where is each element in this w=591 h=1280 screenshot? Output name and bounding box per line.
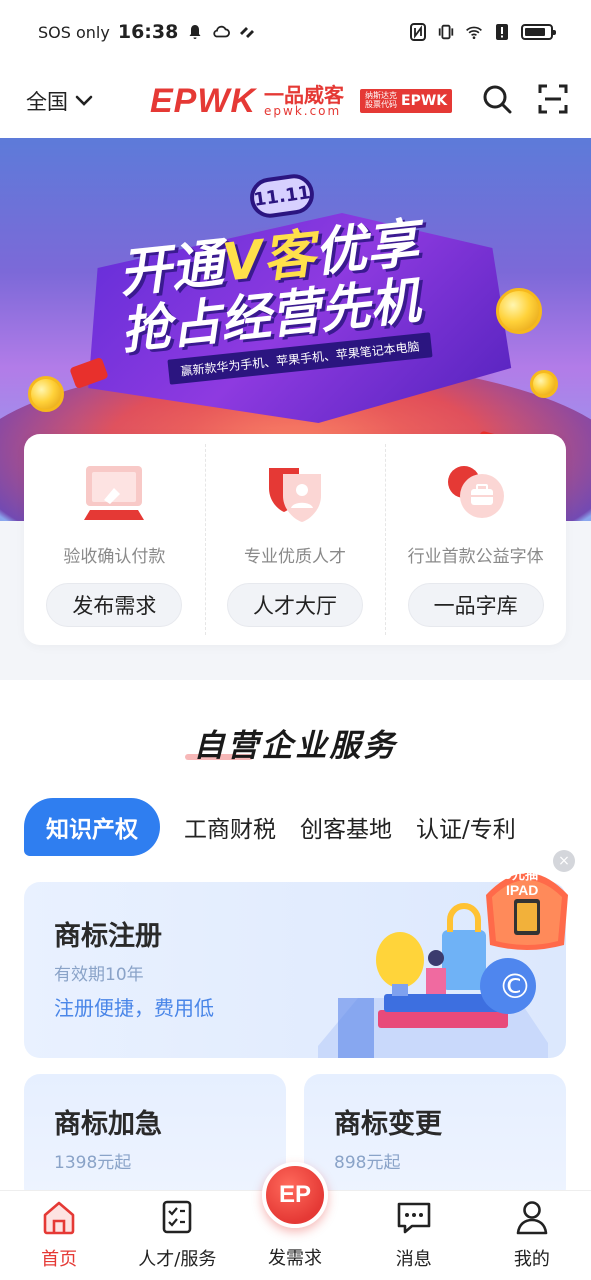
nfc-icon bbox=[409, 23, 427, 41]
svg-text:©: © bbox=[498, 967, 532, 1007]
nasdaq-code: EPWK bbox=[401, 93, 448, 109]
section-title: 自营企业服务 bbox=[0, 720, 591, 765]
laptop-pen-icon bbox=[82, 462, 146, 524]
checklist-icon bbox=[159, 1199, 195, 1239]
briefcase-icon bbox=[444, 462, 508, 524]
carrier-text: SOS only bbox=[38, 22, 110, 42]
tab-ip[interactable]: 知识产权 bbox=[24, 798, 160, 856]
tab-maker-base[interactable]: 创客基地 bbox=[300, 810, 392, 844]
vpn-icon bbox=[238, 23, 256, 41]
card-title: 商标加急 bbox=[54, 1109, 162, 1140]
enterprise-services-section: 自营企业服务 知识产权 工商财税 创客基地 认证/专利 商标注册 有效期10年 … bbox=[0, 680, 591, 1204]
feature-desc: 验收确认付款 bbox=[63, 547, 166, 567]
epwk-logo: EPWK 一品威客 epwk.com 纳斯达克 股票代码 EPWK bbox=[150, 81, 453, 121]
coin-icon bbox=[496, 288, 542, 334]
feature-card: 验收确认付款 发布需求 专业优质人才 人才大厅 行业首款公益字体 一品字库 bbox=[24, 434, 566, 645]
coin-icon bbox=[530, 370, 558, 398]
feature-talent: 专业优质人才 人才大厅 bbox=[204, 434, 386, 645]
service-tabs: 知识产权 工商财税 创客基地 认证/专利 bbox=[24, 798, 591, 856]
logo-cn: 一品威客 bbox=[264, 83, 344, 107]
nav-label: 人才/服务 bbox=[138, 1249, 217, 1270]
search-icon[interactable] bbox=[481, 83, 513, 119]
trademark-change-card[interactable]: 商标变更 898元起 bbox=[304, 1074, 566, 1204]
cloud-icon bbox=[212, 23, 231, 41]
battery-icon bbox=[521, 24, 556, 40]
nasdaq-badge: 纳斯达克 股票代码 EPWK bbox=[360, 89, 453, 113]
promo-line2: IPAD bbox=[506, 882, 538, 898]
card-tagline: 注册便捷，费用低 bbox=[54, 996, 214, 1020]
feature-font: 行业首款公益字体 一品字库 bbox=[385, 434, 566, 645]
card-validity: 有效期10年 bbox=[54, 965, 144, 985]
ipad-lottery-promo[interactable]: 0元抽 IPAD bbox=[478, 855, 576, 953]
feature-publish: 验收确认付款 发布需求 bbox=[24, 434, 205, 645]
clock: 16:38 bbox=[117, 21, 179, 43]
status-bar: SOS only 16:38 bbox=[0, 0, 591, 64]
nav-label: 消息 bbox=[395, 1249, 432, 1270]
section-title-text: 自营企业服务 bbox=[193, 728, 398, 764]
publish-demand-button[interactable]: 发布需求 bbox=[46, 583, 183, 627]
card-price: 898元起 bbox=[334, 1153, 401, 1173]
nav-home[interactable]: 首页 bbox=[0, 1191, 118, 1280]
coin-icon bbox=[28, 376, 64, 412]
home-icon bbox=[41, 1199, 77, 1239]
logo-en: EPWK bbox=[150, 81, 256, 120]
user-icon bbox=[514, 1199, 550, 1239]
nav-profile[interactable]: 我的 bbox=[473, 1191, 591, 1280]
logo-url: epwk.com bbox=[264, 104, 342, 118]
font-library-button[interactable]: 一品字库 bbox=[407, 583, 544, 627]
vibrate-icon bbox=[437, 23, 455, 41]
feature-desc: 行业首款公益字体 bbox=[407, 547, 544, 567]
nav-talent-services[interactable]: 人才/服务 bbox=[118, 1191, 236, 1280]
card-title: 商标变更 bbox=[334, 1109, 442, 1140]
region-selector[interactable]: 全国 bbox=[26, 86, 94, 116]
bell-icon bbox=[186, 23, 204, 41]
app-header: 全国 EPWK 一品威客 epwk.com 纳斯达克 股票代码 EPWK bbox=[0, 64, 591, 138]
region-label: 全国 bbox=[26, 90, 68, 114]
nav-messages[interactable]: 消息 bbox=[355, 1191, 473, 1280]
talent-hall-button[interactable]: 人才大厅 bbox=[227, 583, 363, 627]
tab-cert-patent[interactable]: 认证/专利 bbox=[416, 810, 516, 844]
card-price: 1398元起 bbox=[54, 1153, 132, 1173]
post-demand-label[interactable]: 发需求 bbox=[255, 1244, 335, 1270]
chevron-down-icon bbox=[74, 89, 94, 113]
nav-label: 首页 bbox=[41, 1249, 78, 1270]
nav-label: 我的 bbox=[513, 1249, 550, 1270]
wifi-icon bbox=[465, 23, 483, 41]
scan-icon[interactable] bbox=[537, 83, 569, 119]
post-demand-fab[interactable]: EP bbox=[262, 1162, 328, 1228]
tab-business-tax[interactable]: 工商财税 bbox=[184, 810, 276, 844]
feature-desc: 专业优质人才 bbox=[244, 547, 346, 567]
trademark-urgent-card[interactable]: 商标加急 1398元起 bbox=[24, 1074, 286, 1204]
chat-icon bbox=[396, 1199, 432, 1239]
card-title: 商标注册 bbox=[54, 921, 162, 952]
promo-line1: 0元抽 bbox=[503, 867, 538, 883]
nasdaq-line2: 股票代码 bbox=[365, 100, 397, 109]
alert-icon bbox=[493, 23, 511, 41]
shield-user-icon bbox=[263, 462, 327, 524]
